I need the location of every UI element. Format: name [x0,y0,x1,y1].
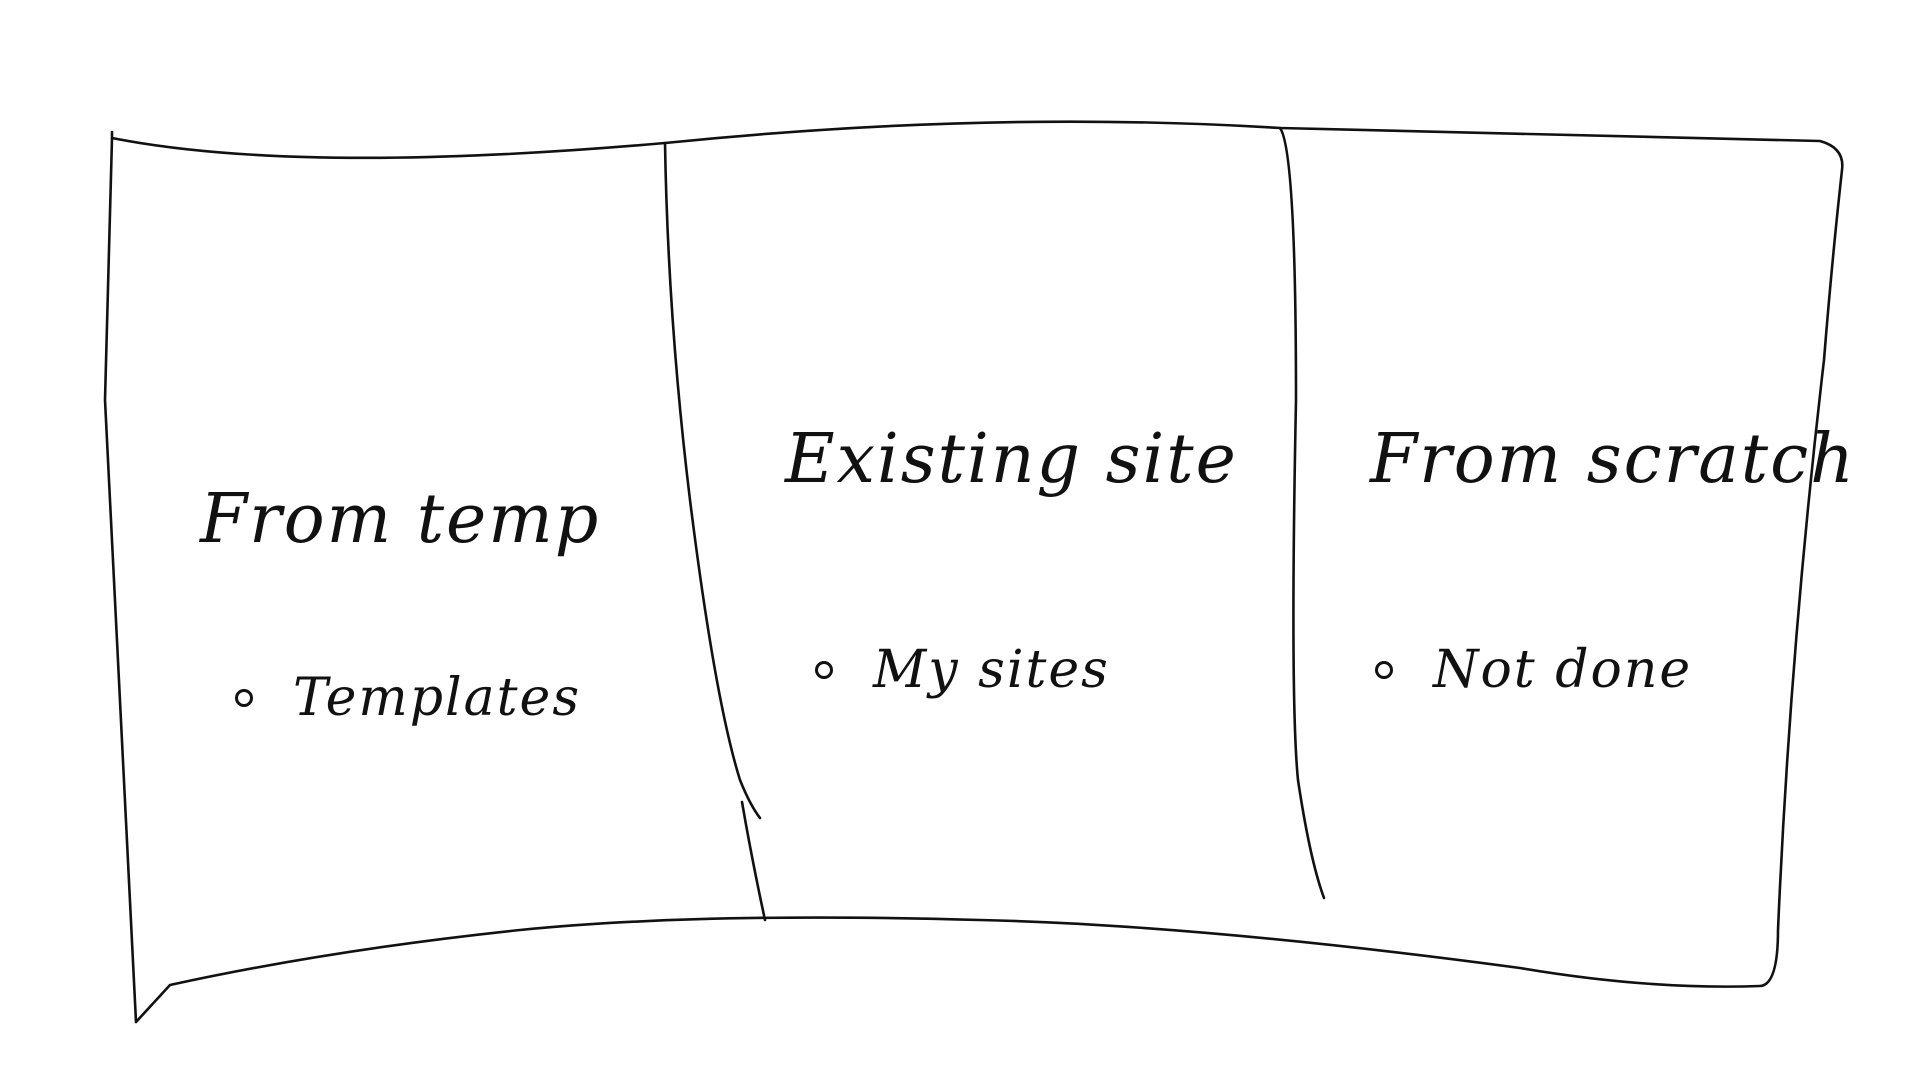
divider-left [663,141,762,820]
list-item-label: My sites [873,640,1110,700]
bullet-icon [815,661,833,679]
panel-title: Existing site [785,420,1238,499]
list-item-label: Templates [293,668,582,728]
frame-outline [103,120,1844,1024]
bullet-icon [235,689,253,707]
divider-left-lower [740,800,767,922]
list-item[interactable]: Templates [235,668,581,728]
list-item[interactable]: My sites [815,640,1110,700]
panel-title: From scratch [1370,420,1856,499]
divider-right [1278,126,1326,900]
panel-title: From temp [200,480,601,559]
bullet-icon [1375,661,1393,679]
sketch-canvas: From temp Templates Existing site My sit… [0,0,1920,1080]
list-item[interactable]: Not done [1375,640,1692,700]
list-item-label: Not done [1433,640,1693,700]
